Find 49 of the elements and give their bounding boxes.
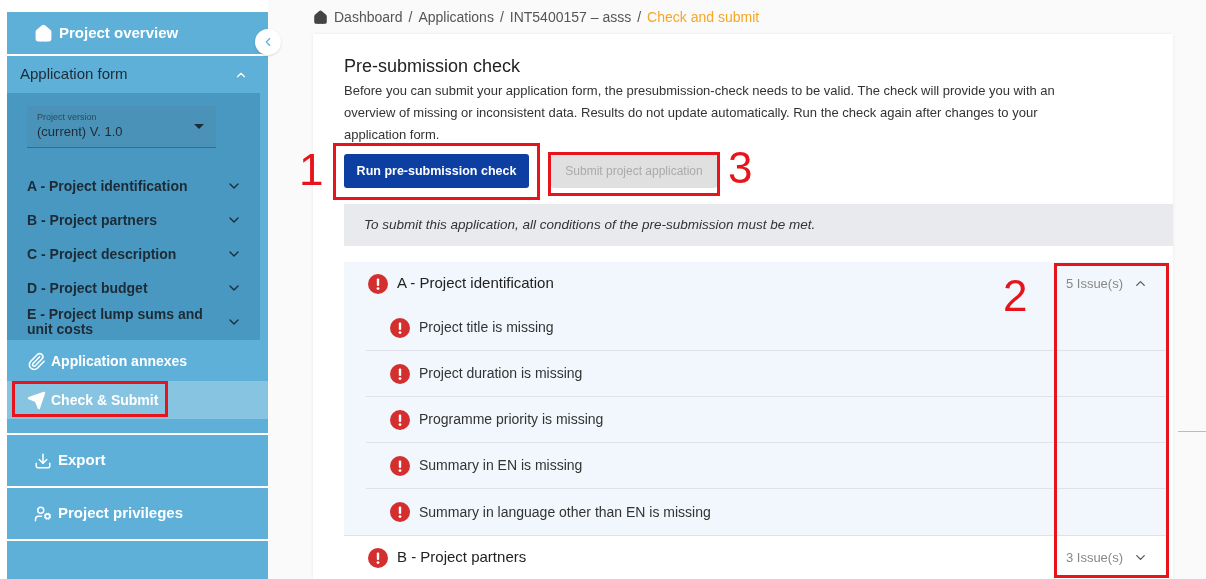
error-icon: [390, 455, 410, 476]
annotation-number: 3: [728, 144, 753, 192]
nav-item[interactable]: Export: [7, 435, 268, 486]
version-select[interactable]: Project version (current) V. 1.0: [27, 106, 216, 148]
section-title[interactable]: A - Project identification: [397, 272, 554, 295]
error-icon: [390, 502, 410, 522]
breadcrumb-separator: /: [499, 7, 504, 27]
error-icon: [390, 363, 410, 384]
download-icon: [34, 451, 52, 470]
field-value: (current) V. 1.0: [37, 123, 123, 141]
nav-item[interactable]: Project privileges: [7, 488, 268, 539]
breadcrumb-separator: /: [408, 7, 413, 27]
issue-count: 3 Issue(s): [1065, 548, 1123, 567]
error-icon: [368, 273, 388, 294]
issue-text: Project duration is missing: [419, 364, 583, 383]
breadcrumb-link[interactable]: INT5400157 – asss: [509, 6, 632, 28]
nav-subitem[interactable]: D - Project budget: [7, 271, 260, 305]
nav-subitem[interactable]: E - Project lump sums and unit costs: [7, 305, 260, 339]
nav-subitem[interactable]: A - Project identification: [7, 169, 260, 203]
paperclip-icon: [27, 351, 46, 371]
annotation-number: 1: [299, 146, 324, 194]
issue-count: 5 Issue(s): [1065, 274, 1123, 293]
error-icon: [390, 409, 410, 430]
issue-text: Programme priority is missing: [419, 410, 604, 429]
dropdown-caret-icon: [194, 124, 204, 129]
run-check-button[interactable]: Run pre-submission check: [344, 154, 529, 188]
user-gear-icon: [34, 504, 52, 523]
breadcrumb-separator: /: [637, 7, 642, 27]
notice-bar: To submit this application, all conditions of the pre-submission must be met.: [344, 204, 1173, 246]
nav-subitem[interactable]: C - Project description: [7, 237, 260, 271]
nav-item[interactable]: Application annexes: [7, 342, 268, 380]
error-icon: [368, 547, 388, 568]
section-title[interactable]: B - Project partners: [397, 546, 527, 569]
send-icon: [27, 390, 46, 410]
home-icon: [34, 23, 53, 43]
nav-subitem[interactable]: B - Project partners: [7, 203, 260, 237]
issue-text: Summary in language other than EN is missing: [419, 502, 711, 522]
issue-text: Project title is missing: [419, 318, 554, 337]
description-text: Before you can submit your application form, the presubmission-check needs to be valid. The check will provide you with an overview of missing or inconsistent data. Results do not update automatically. Run the check again after changes to your application form.: [344, 82, 1056, 144]
error-icon: [390, 317, 410, 338]
breadcrumb-link[interactable]: Applications: [418, 6, 494, 28]
home-icon: [313, 9, 328, 25]
issue-text: Summary in EN is missing: [419, 456, 583, 475]
annotation-number: 2: [1003, 272, 1028, 320]
nav-group-header[interactable]: Application form: [7, 56, 268, 93]
card-title: Pre-submission check: [344, 55, 522, 78]
nav-item[interactable]: Project overview: [7, 12, 247, 54]
breadcrumb-link[interactable]: Dashboard: [334, 6, 403, 28]
field-label: Project version: [37, 112, 98, 123]
